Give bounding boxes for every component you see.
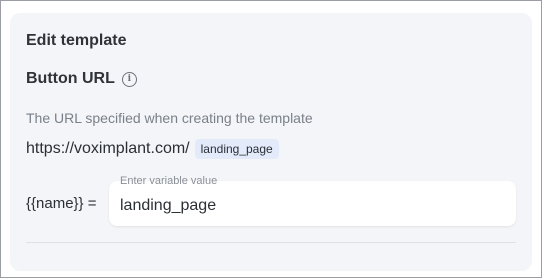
divider — [26, 242, 516, 243]
variable-value-field[interactable]: Enter variable value — [109, 175, 516, 226]
base-url: https://voximplant.com/ — [26, 140, 190, 157]
window-frame: Edit template Button URL i The URL speci… — [0, 0, 542, 278]
button-url-label: Button URL — [26, 70, 115, 87]
url-suffix-tag: landing_page — [194, 139, 279, 159]
url-preview: https://voximplant.com/ landing_page — [26, 139, 279, 159]
variable-row: {{name}} = Enter variable value — [26, 175, 518, 227]
variable-name: {{name}} = — [26, 195, 97, 212]
card-title: Edit template — [26, 32, 127, 49]
url-hint-text: The URL specified when creating the temp… — [26, 110, 313, 126]
button-url-heading: Button URL i — [26, 70, 137, 88]
variable-value-label: Enter variable value — [120, 175, 218, 187]
info-icon[interactable]: i — [121, 71, 137, 87]
edit-template-card: Edit template Button URL i The URL speci… — [10, 13, 532, 271]
variable-value-input[interactable] — [120, 197, 500, 215]
